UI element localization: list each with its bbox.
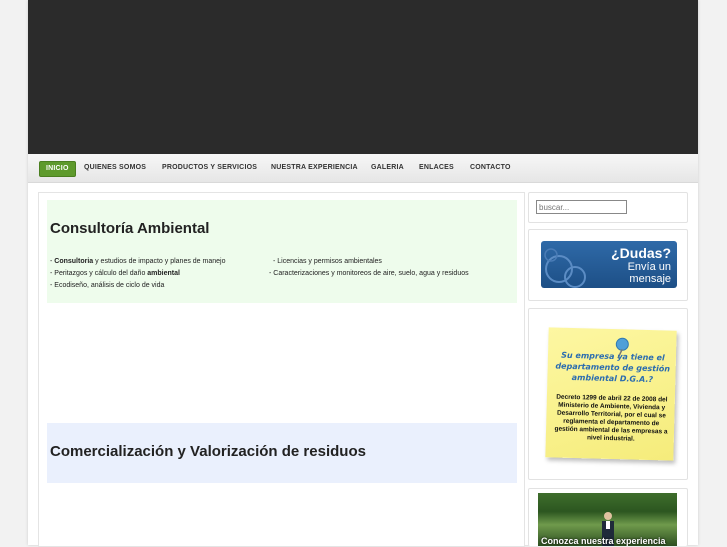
line1-rest: y estudios de impacto y planes de manejo: [93, 258, 226, 265]
nav-inicio[interactable]: INICIO: [39, 161, 76, 177]
main-nav: INICIO QUIENES SOMOS PRODUCTOS Y SERVICI…: [28, 154, 698, 183]
dga-note-panel: Su empresa ya tiene el departamento de g…: [528, 308, 688, 480]
search-panel: [528, 192, 688, 223]
nav-nuestra-experiencia[interactable]: NUESTRA EXPERIENCIA: [271, 161, 358, 175]
note-title: Su empresa ya tiene el departamento de g…: [555, 350, 671, 385]
consultoria-section: Consultoría Ambiental - Consultoria y es…: [47, 200, 517, 303]
speech-bubbles-icon: [544, 248, 586, 288]
comercializacion-title: Comercialización y Valorización de resid…: [50, 443, 366, 460]
search-input[interactable]: [536, 200, 627, 214]
experiencia-photo-panel: Conozca nuestra experiencia: [528, 488, 688, 546]
header-banner: [28, 0, 698, 154]
consultoria-line-2: - Peritazgos y cálculo del daño ambienta…: [50, 270, 180, 277]
nav-quienes-somos[interactable]: QUIENES SOMOS: [84, 161, 146, 175]
main-content: Consultoría Ambiental - Consultoria y es…: [38, 192, 525, 547]
nav-enlaces[interactable]: ENLACES: [419, 161, 454, 175]
send-message-button[interactable]: ¿Dudas? Envía un mensaje: [541, 241, 677, 288]
dudas-heading: ¿Dudas?: [611, 245, 671, 261]
consultoria-title: Consultoría Ambiental: [50, 220, 210, 237]
comercializacion-section: Comercialización y Valorización de resid…: [47, 423, 517, 483]
line2-bold: ambiental: [147, 270, 180, 277]
dudas-subtext: Envía un mensaje: [627, 261, 671, 285]
consultoria-right-2: - Caracterizaciones y monitoreos de aire…: [269, 270, 469, 277]
sticky-note[interactable]: Su empresa ya tiene el departamento de g…: [545, 327, 677, 461]
experiencia-photo[interactable]: Conozca nuestra experiencia: [538, 493, 677, 546]
consultoria-line-3: - Ecodiseño, análisis de ciclo de vida: [50, 282, 165, 289]
consultoria-right-1: - Licencias y permisos ambientales: [273, 258, 382, 265]
consultoria-line-1: - Consultoria y estudios de impacto y pl…: [50, 258, 225, 265]
note-body: Decreto 1299 de abril 22 de 2008 del Min…: [554, 393, 668, 443]
dudas-panel: ¿Dudas? Envía un mensaje: [528, 229, 688, 301]
nav-productos-servicios[interactable]: PRODUCTOS Y SERVICIOS: [162, 161, 257, 175]
nav-galeria[interactable]: GALERIA: [371, 161, 404, 175]
line1-bold: Consultoria: [54, 258, 94, 265]
line2-prefix: - Peritazgos y cálculo del daño: [50, 270, 148, 277]
page: INICIO QUIENES SOMOS PRODUCTOS Y SERVICI…: [28, 0, 698, 547]
nav-contacto[interactable]: CONTACTO: [470, 161, 511, 175]
